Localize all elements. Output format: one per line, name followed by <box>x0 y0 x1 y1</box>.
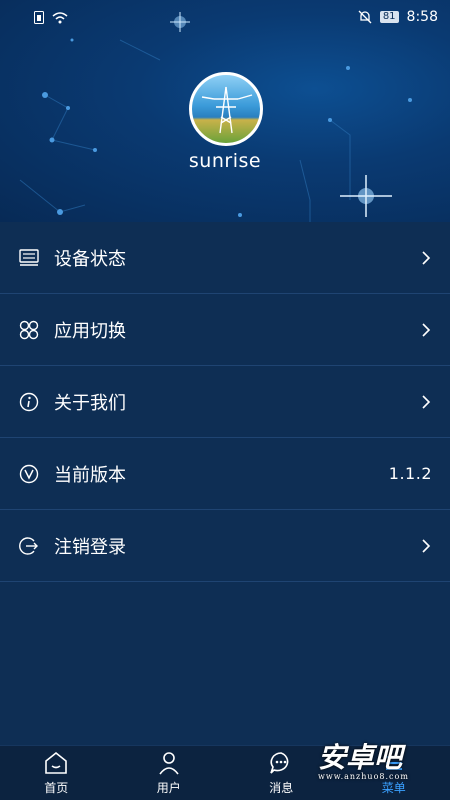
tab-home[interactable]: 首页 <box>0 746 112 800</box>
menu-item-label: 应用切换 <box>54 320 126 342</box>
power-tower-image <box>201 86 253 134</box>
message-icon <box>270 752 289 774</box>
menu-item-device-status[interactable]: 设备状态 <box>0 222 450 294</box>
clock: 8:58 <box>406 9 438 25</box>
chevron-right-icon <box>422 394 431 409</box>
tab-label: 消息 <box>269 781 294 795</box>
menu-item-label: 当前版本 <box>54 464 126 486</box>
profile-header: 81 8:58 sunrise <box>0 0 450 222</box>
battery-icon: 81 <box>379 11 399 23</box>
wifi-icon <box>52 11 68 23</box>
menu-item-label: 设备状态 <box>54 248 126 270</box>
tab-user[interactable]: 用户 <box>113 746 225 800</box>
menu-item-logout[interactable]: 注销登录 <box>0 510 450 582</box>
watermark-text: 安卓吧 <box>318 741 403 774</box>
version-icon <box>18 463 40 485</box>
menu-item-current-version: 当前版本 1.1.2 <box>0 438 450 510</box>
tab-label: 用户 <box>156 781 181 795</box>
home-icon <box>45 751 68 774</box>
watermark-logo: 安卓吧 www.anzhuo8.com <box>318 736 428 784</box>
version-value: 1.1.2 <box>388 464 432 483</box>
menu-item-label: 注销登录 <box>54 536 126 558</box>
username: sunrise <box>188 150 262 172</box>
mute-icon <box>358 10 372 24</box>
tab-label: 首页 <box>44 781 69 795</box>
status-bar: 81 8:58 <box>0 0 450 34</box>
logout-icon <box>18 535 40 557</box>
info-icon <box>18 391 40 413</box>
apps-icon <box>18 319 40 341</box>
chevron-right-icon <box>422 538 431 553</box>
avatar[interactable] <box>189 72 263 146</box>
sim-icon <box>34 10 44 24</box>
chevron-right-icon <box>422 250 431 265</box>
chevron-right-icon <box>422 322 431 337</box>
settings-menu: 设备状态 应用切换 关于我们 当前版本 1.1.2 注销登录 <box>0 222 450 582</box>
menu-item-app-switch[interactable]: 应用切换 <box>0 294 450 366</box>
device-icon <box>18 247 40 269</box>
menu-item-label: 关于我们 <box>54 392 126 414</box>
menu-item-about-us[interactable]: 关于我们 <box>0 366 450 438</box>
star-glow-right <box>340 175 392 217</box>
user-icon <box>159 752 179 775</box>
watermark-url: www.anzhuo8.com <box>318 772 409 781</box>
